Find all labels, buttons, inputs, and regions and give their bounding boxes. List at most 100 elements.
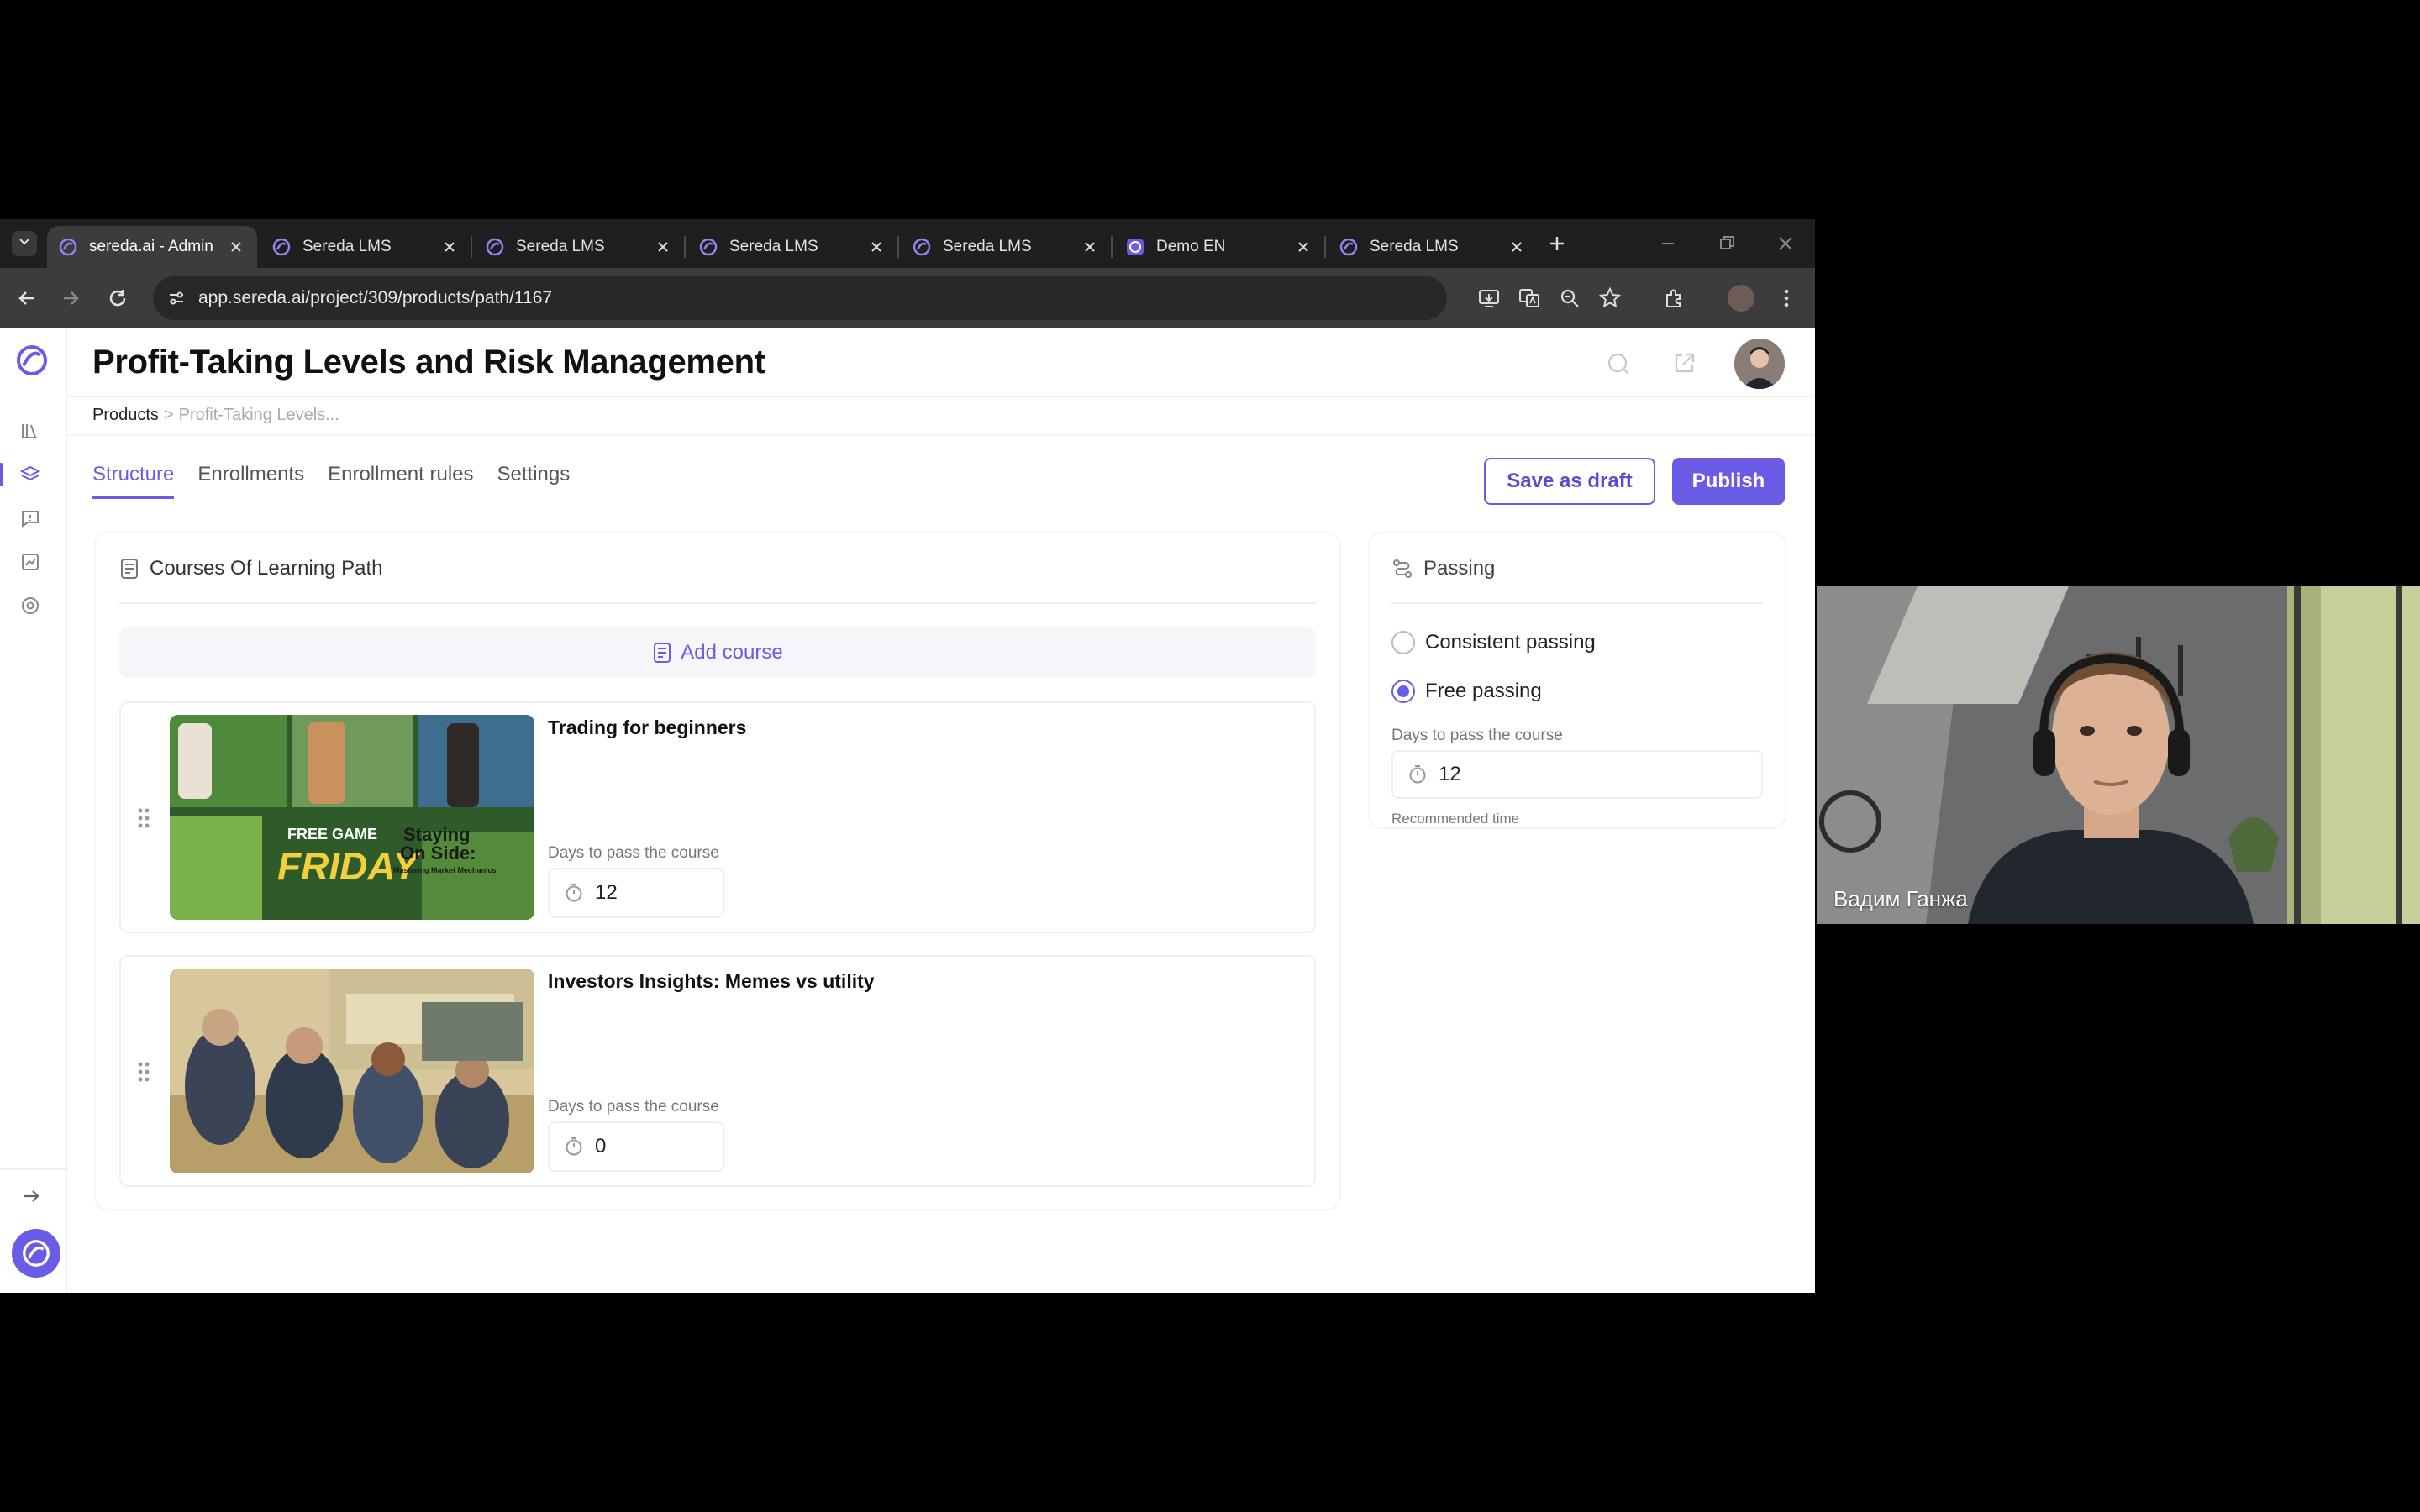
close-tab-icon[interactable] [227, 238, 245, 256]
assistant-button[interactable] [12, 1229, 60, 1278]
courses-panel: Courses Of Learning Path Add course FREE… [96, 533, 1339, 1209]
days-label: Days to pass the course [548, 1098, 719, 1116]
reload-icon[interactable] [104, 285, 131, 312]
sereda-logo-icon [23, 1240, 50, 1267]
tab-separator [1324, 236, 1326, 258]
search-icon[interactable] [1605, 350, 1632, 377]
tab-sereda-lms-4[interactable]: Sereda LMS [901, 226, 1111, 268]
close-tab-icon[interactable] [1294, 238, 1313, 256]
course-thumbnail-image [170, 969, 534, 1173]
sereda-logo-icon [272, 238, 291, 256]
courses-layers-icon[interactable] [18, 463, 42, 486]
new-tab-icon[interactable] [1544, 231, 1570, 256]
library-icon[interactable] [18, 419, 42, 443]
extensions-icon[interactable] [1660, 285, 1687, 312]
course-title[interactable]: Investors Insights: Memes vs utility [548, 970, 875, 993]
rail-divider [0, 1168, 67, 1170]
radio-label: Consistent passing [1425, 631, 1596, 654]
tab-settings[interactable]: Settings [497, 463, 571, 499]
tab-sereda-lms-1[interactable]: Sereda LMS [260, 226, 471, 268]
browser-menu-icon[interactable] [1773, 285, 1800, 312]
course-card[interactable]: Investors Insights: Memes vs utility Day… [119, 955, 1316, 1187]
tab-strip: sereda.ai - Admin Sereda LMS Sereda LMS … [0, 219, 1815, 268]
tab-title: Sereda LMS [516, 238, 605, 255]
video-call-tile: Вадим Ганжа [1817, 586, 2420, 924]
radio-consistent-passing[interactable]: Consistent passing [1392, 631, 1596, 654]
tab-demo-en[interactable]: Demo EN [1114, 226, 1324, 268]
tab-search-button[interactable] [12, 231, 37, 256]
radio-free-passing[interactable]: Free passing [1392, 680, 1542, 703]
address-bar[interactable]: app.sereda.ai/project/309/products/path/… [153, 276, 1447, 320]
course-card[interactable]: FREE GAME FRIDAY Staying On Side: Master… [119, 701, 1316, 933]
close-tab-icon[interactable] [1507, 238, 1526, 256]
user-avatar[interactable] [1734, 339, 1785, 389]
tab-title: Sereda LMS [943, 238, 1032, 255]
tab-separator [1111, 236, 1113, 258]
drag-handle-icon[interactable] [136, 806, 151, 831]
avatar-image [1734, 339, 1785, 389]
bookmark-star-icon[interactable] [1597, 285, 1623, 312]
publish-button[interactable]: Publish [1672, 458, 1785, 505]
browser-window: sereda.ai - Admin Sereda LMS Sereda LMS … [0, 219, 1815, 1293]
thumb-caption-mechanics: Mastering Market Mechanics [393, 866, 497, 874]
radio-button[interactable] [1392, 680, 1415, 703]
add-document-icon [654, 643, 671, 663]
sereda-logo-icon [486, 238, 504, 256]
tab-enrollments[interactable]: Enrollments [197, 463, 304, 499]
forward-arrow-icon[interactable] [57, 285, 84, 312]
drag-handle-icon[interactable] [136, 1059, 151, 1084]
back-arrow-icon[interactable] [13, 285, 40, 312]
course-title[interactable]: Trading for beginners [548, 717, 746, 739]
course-thumbnail [170, 969, 534, 1173]
profile-avatar[interactable] [1728, 285, 1754, 312]
tab-structure[interactable]: Structure [92, 463, 175, 499]
tab-enrollment-rules[interactable]: Enrollment rules [328, 463, 473, 499]
zoom-icon[interactable] [1556, 285, 1583, 312]
restore-icon[interactable] [1714, 231, 1739, 256]
days-input[interactable]: 0 [548, 1121, 724, 1172]
browser-toolbar: app.sereda.ai/project/309/products/path/… [0, 268, 1815, 328]
left-nav-rail [0, 328, 67, 1293]
close-tab-icon[interactable] [440, 238, 459, 256]
document-icon [121, 559, 138, 579]
tab-sereda-lms-3[interactable]: Sereda LMS [687, 226, 897, 268]
translate-icon[interactable] [1516, 285, 1543, 312]
site-settings-icon[interactable] [166, 288, 187, 308]
tab-separator [684, 236, 686, 258]
breadcrumb: Products > Profit-Taking Levels... [92, 406, 339, 425]
breadcrumb-current: Profit-Taking Levels... [178, 406, 339, 424]
days-label: Days to pass the course [548, 844, 719, 862]
save-as-draft-button[interactable]: Save as draft [1484, 458, 1655, 505]
days-input[interactable]: 12 [1392, 750, 1763, 799]
radio-button[interactable] [1392, 631, 1415, 654]
tab-title: Sereda LMS [1370, 238, 1459, 255]
address-url: app.sereda.ai/project/309/products/path/… [198, 288, 553, 307]
analytics-icon[interactable] [18, 550, 42, 574]
add-course-button[interactable]: Add course [119, 627, 1316, 678]
tab-sereda-admin[interactable]: sereda.ai - Admin [47, 226, 257, 268]
sereda-logo-icon [913, 238, 931, 256]
open-external-icon[interactable] [1670, 350, 1697, 377]
breadcrumb-products-link[interactable]: Products [92, 406, 159, 424]
header-divider [67, 396, 1815, 397]
expand-sidebar-icon[interactable] [18, 1184, 44, 1209]
install-app-icon[interactable] [1476, 285, 1502, 312]
minimize-icon[interactable] [1655, 231, 1681, 256]
course-thumbnail-image: FREE GAME FRIDAY Staying On Side: Master… [170, 715, 534, 920]
settings-gear-icon[interactable] [18, 594, 42, 617]
close-window-icon[interactable] [1773, 231, 1798, 256]
tab-sereda-lms-5[interactable]: Sereda LMS [1328, 226, 1538, 268]
tab-sereda-lms-2[interactable]: Sereda LMS [474, 226, 684, 268]
page-title: Profit-Taking Levels and Risk Management [92, 344, 765, 381]
feedback-icon[interactable] [18, 507, 42, 530]
timer-icon [566, 884, 582, 902]
sereda-logo-icon[interactable] [15, 344, 49, 377]
close-tab-icon[interactable] [654, 238, 672, 256]
passing-panel-title: Passing [1423, 557, 1496, 580]
close-tab-icon[interactable] [867, 238, 886, 256]
thumb-caption-on-side: On Side: [400, 843, 476, 864]
days-input[interactable]: 12 [548, 868, 724, 918]
timer-icon [566, 1137, 582, 1156]
close-tab-icon[interactable] [1081, 238, 1099, 256]
participant-video [1817, 586, 2420, 924]
